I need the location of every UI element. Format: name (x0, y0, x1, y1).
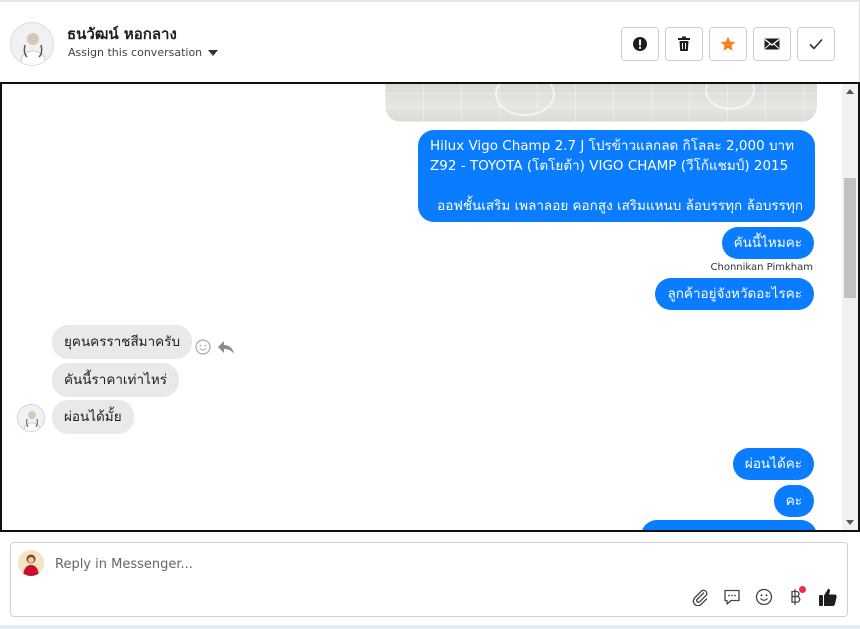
delete-button[interactable] (665, 27, 703, 61)
messenger-conversation-view: ธนวัฒน์ หอกลาง Assign this conversation (0, 0, 860, 629)
contact-name: ธนวัฒน์ หอกลาง (67, 25, 177, 43)
reply-input[interactable] (55, 554, 655, 574)
message-line: Z92 - TOYOTA (โตโยต้า) VIGO CHAMP (วีโก้… (430, 158, 789, 174)
message-thread[interactable]: Hilux Vigo Champ 2.7 J โปรข้าวแลกลด กิโล… (0, 82, 860, 532)
incoming-message: ผ่อนได้มั้ย (52, 400, 134, 434)
trash-icon (678, 36, 690, 51)
thumbs-up-icon (819, 588, 837, 606)
composer-tools (689, 586, 839, 608)
done-button[interactable] (797, 27, 835, 61)
notification-dot (799, 586, 806, 593)
saved-reply-icon (724, 589, 740, 605)
scroll-thumb[interactable] (844, 178, 856, 298)
chat-scrollbar[interactable] (842, 84, 858, 530)
emoji-react-icon[interactable] (195, 339, 211, 355)
alert-circle-icon (633, 37, 647, 51)
shared-image-attachment[interactable] (385, 84, 817, 122)
outgoing-message: ผ่อนได้คะ (732, 448, 814, 480)
assign-conversation-dropdown[interactable]: Assign this conversation (68, 46, 219, 59)
page-avatar (18, 550, 44, 576)
star-button[interactable] (709, 27, 747, 61)
star-icon (720, 36, 736, 51)
message-line: ออฟชั้นเสริม เพลาลอย คอกสูง เสริมแหนบ ล้… (437, 198, 803, 214)
paperclip-icon (692, 589, 708, 606)
emoji-icon (755, 588, 773, 606)
send-like-button[interactable] (817, 586, 839, 608)
incoming-message: ยุคนครราชสีมาครับ (52, 325, 193, 359)
outgoing-message-partial (641, 520, 817, 530)
payment-button[interactable] (785, 586, 807, 608)
message-line (430, 176, 803, 196)
emoji-button[interactable] (753, 586, 775, 608)
saved-replies-button[interactable] (721, 586, 743, 608)
sender-name: Chonnikan Pimkham (710, 262, 813, 273)
check-icon (809, 38, 823, 50)
message-actions (195, 339, 235, 355)
customer-avatar[interactable] (17, 404, 45, 432)
reply-icon[interactable] (217, 339, 235, 355)
footer-strip (0, 625, 860, 629)
conversation-actions (621, 27, 835, 61)
outgoing-message: คันนี้ไหมคะ (721, 227, 814, 259)
envelope-icon (764, 38, 780, 50)
outgoing-message: คะ (773, 485, 814, 517)
caret-down-icon (208, 50, 219, 56)
incoming-message: คันนี้ราคาเท่าไหร่ (52, 363, 179, 397)
attach-file-button[interactable] (689, 586, 711, 608)
spam-button[interactable] (621, 27, 659, 61)
message-line: Hilux Vigo Champ 2.7 J โปรข้าวแลกลด กิโล… (430, 138, 795, 154)
contact-avatar[interactable] (10, 22, 54, 66)
scroll-up-arrow-icon[interactable] (846, 89, 854, 94)
conversation-header: ธนวัฒน์ หอกลาง Assign this conversation (0, 0, 860, 82)
scroll-down-arrow-icon[interactable] (846, 520, 854, 525)
mark-unread-button[interactable] (753, 27, 791, 61)
reply-composer (10, 542, 848, 617)
outgoing-message: Hilux Vigo Champ 2.7 J โปรข้าวแลกลด กิโล… (418, 130, 815, 222)
assign-label: Assign this conversation (68, 46, 203, 59)
outgoing-message: ลูกค้าอยู่จังหวัดอะไรคะ (655, 278, 814, 310)
